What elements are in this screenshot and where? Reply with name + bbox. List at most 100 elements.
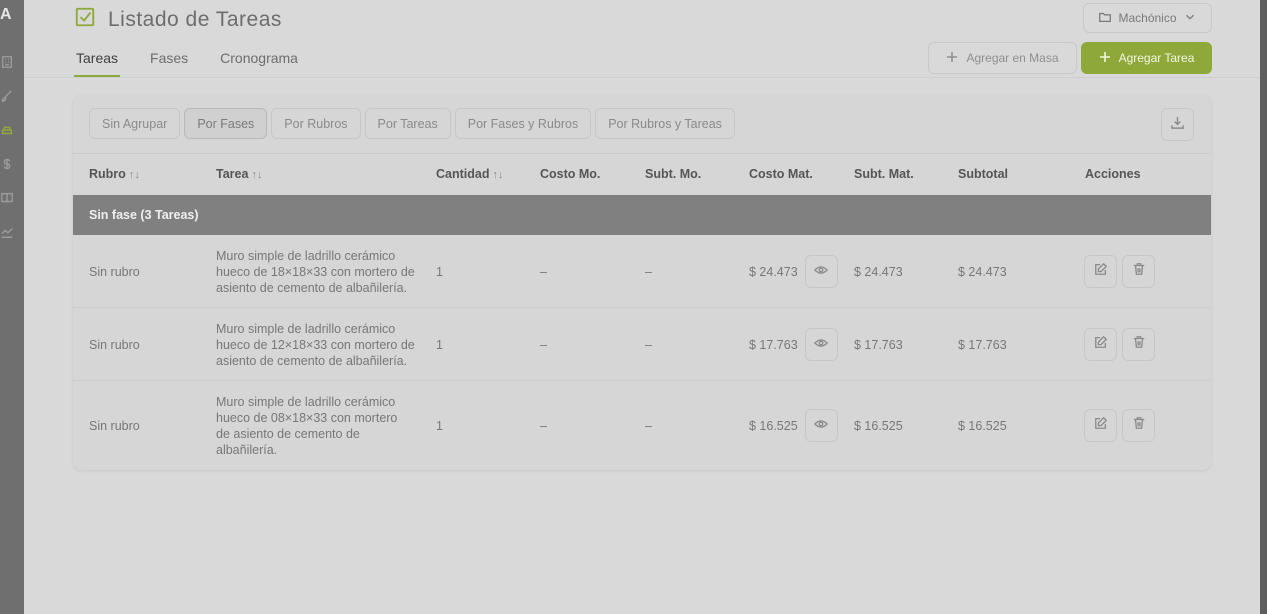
costo-mat-value: $ 24.473 xyxy=(749,264,798,279)
dollar-icon[interactable] xyxy=(0,156,14,172)
cell-costo-mo: – xyxy=(540,264,547,279)
view-materials-button[interactable] xyxy=(804,255,838,288)
group-sin-agrupar-button[interactable]: Sin Agrupar xyxy=(89,108,181,139)
col-tarea-label: Tarea xyxy=(216,167,249,181)
edit-button[interactable] xyxy=(1084,409,1117,442)
eye-icon xyxy=(814,263,829,280)
cell-subtotal: $ 16.525 xyxy=(958,418,1007,433)
plus-icon xyxy=(1099,51,1111,66)
tasks-card: Sin Agrupar Por Fases Por Rubros Por Tar… xyxy=(73,95,1211,470)
view-materials-button[interactable] xyxy=(804,409,838,442)
bulk-add-button[interactable]: Agregar en Masa xyxy=(928,42,1077,74)
cell-subt-mat: $ 16.525 xyxy=(854,418,903,433)
table-row: Sin rubro Muro simple de ladrillo cerámi… xyxy=(73,381,1211,470)
book-icon[interactable] xyxy=(0,190,14,206)
tab-bar: Tareas Fases Cronograma xyxy=(74,46,300,77)
plus-icon xyxy=(946,51,958,66)
edit-icon xyxy=(1094,416,1108,435)
table-row: Sin rubro Muro simple de ladrillo cerámi… xyxy=(73,308,1211,381)
delete-button[interactable] xyxy=(1122,328,1155,361)
phase-group-header[interactable]: Sin fase (3 Tareas) xyxy=(73,195,1211,235)
table-header: Rubro ↑↓ Tarea ↑↓ Cantidad ↑↓ Costo Mo. Sub… xyxy=(73,154,1211,195)
tab-fases[interactable]: Fases xyxy=(148,46,190,77)
delete-button[interactable] xyxy=(1122,255,1155,288)
building-icon[interactable] xyxy=(0,54,14,70)
cell-costo-mo: – xyxy=(540,337,547,352)
group-por-rubros-button[interactable]: Por Rubros xyxy=(271,108,361,139)
brush-icon[interactable] xyxy=(0,88,14,104)
chevron-down-icon xyxy=(1183,10,1197,27)
group-por-fases-rubros-button[interactable]: Por Fases y Rubros xyxy=(454,108,592,139)
sort-icon: ↑↓ xyxy=(251,169,263,181)
folder-icon xyxy=(1098,10,1112,27)
row-actions xyxy=(1084,409,1155,442)
edit-icon xyxy=(1094,335,1108,354)
tab-tareas[interactable]: Tareas xyxy=(74,46,121,77)
cell-rubro: Sin rubro xyxy=(89,337,140,352)
trash-icon xyxy=(1132,335,1146,354)
cell-subt-mo: – xyxy=(645,418,652,433)
col-cantidad-header[interactable]: Cantidad ↑↓ xyxy=(436,167,503,181)
edit-button[interactable] xyxy=(1084,328,1117,361)
col-subtotal-header: Subtotal xyxy=(958,167,1008,181)
col-subt-mo-header: Subt. Mo. xyxy=(645,167,702,181)
cell-costo-mo: – xyxy=(540,418,547,433)
sort-icon: ↑↓ xyxy=(128,169,140,181)
tab-cronograma[interactable]: Cronograma xyxy=(218,46,300,77)
group-por-fases-button[interactable]: Por Fases xyxy=(184,108,268,139)
bulk-add-label: Agregar en Masa xyxy=(966,51,1059,65)
download-icon xyxy=(1170,115,1185,135)
col-rubro-label: Rubro xyxy=(89,167,126,181)
cell-subt-mat: $ 24.473 xyxy=(854,264,903,279)
cell-cantidad: 1 xyxy=(436,264,443,279)
trash-icon xyxy=(1132,416,1146,435)
left-nav-rail: A xyxy=(0,0,24,614)
sort-icon: ↑↓ xyxy=(492,169,504,181)
page-header: Listado de Tareas xyxy=(74,6,282,33)
cell-cantidad: 1 xyxy=(436,418,443,433)
cell-rubro: Sin rubro xyxy=(89,264,140,279)
row-actions xyxy=(1084,255,1155,288)
cell-subt-mo: – xyxy=(645,264,652,279)
project-select-value: Machónico xyxy=(1118,11,1177,25)
cell-subt-mat: $ 17.763 xyxy=(854,337,903,352)
tabs-divider xyxy=(24,77,1260,78)
project-select[interactable]: Machónico xyxy=(1083,3,1212,33)
cell-costo-mat: $ 17.763 xyxy=(749,308,838,381)
cell-rubro: Sin rubro xyxy=(89,418,140,433)
costo-mat-value: $ 16.525 xyxy=(749,418,798,433)
cell-tarea: Muro simple de ladrillo cerámico hueco d… xyxy=(216,321,415,368)
budget-icon[interactable] xyxy=(0,122,14,138)
col-costo-mo-header: Costo Mo. xyxy=(540,167,601,181)
cell-subtotal: $ 24.473 xyxy=(958,264,1007,279)
right-edge-panel xyxy=(1260,0,1267,614)
chart-icon[interactable] xyxy=(0,224,14,240)
table-row: Sin rubro Muro simple de ladrillo cerámi… xyxy=(73,235,1211,308)
eye-icon xyxy=(814,336,829,353)
add-task-label: Agregar Tarea xyxy=(1118,51,1195,65)
group-por-rubros-tareas-button[interactable]: Por Rubros y Tareas xyxy=(595,108,735,139)
cell-tarea: Muro simple de ladrillo cerámico hueco d… xyxy=(216,394,398,457)
row-actions xyxy=(1084,328,1155,361)
download-button[interactable] xyxy=(1161,108,1194,141)
col-cantidad-label: Cantidad xyxy=(436,167,490,181)
col-acciones-header: Acciones xyxy=(1085,167,1141,181)
view-materials-button[interactable] xyxy=(804,328,838,361)
page-title: Listado de Tareas xyxy=(108,7,282,31)
app-logo[interactable]: A xyxy=(0,6,12,24)
cell-cantidad: 1 xyxy=(436,337,443,352)
col-subt-mat-header: Subt. Mat. xyxy=(854,167,914,181)
edit-icon xyxy=(1094,262,1108,281)
group-por-tareas-button[interactable]: Por Tareas xyxy=(364,108,451,139)
add-task-button[interactable]: Agregar Tarea xyxy=(1081,42,1212,74)
col-tarea-header[interactable]: Tarea ↑↓ xyxy=(216,167,262,181)
cell-subtotal: $ 17.763 xyxy=(958,337,1007,352)
cell-tarea: Muro simple de ladrillo cerámico hueco d… xyxy=(216,248,415,295)
costo-mat-value: $ 17.763 xyxy=(749,337,798,352)
delete-button[interactable] xyxy=(1122,409,1155,442)
cell-costo-mat: $ 24.473 xyxy=(749,235,838,308)
col-rubro-header[interactable]: Rubro ↑↓ xyxy=(89,167,140,181)
cell-subt-mo: – xyxy=(645,337,652,352)
edit-button[interactable] xyxy=(1084,255,1117,288)
col-costo-mat-header: Costo Mat. xyxy=(749,167,813,181)
